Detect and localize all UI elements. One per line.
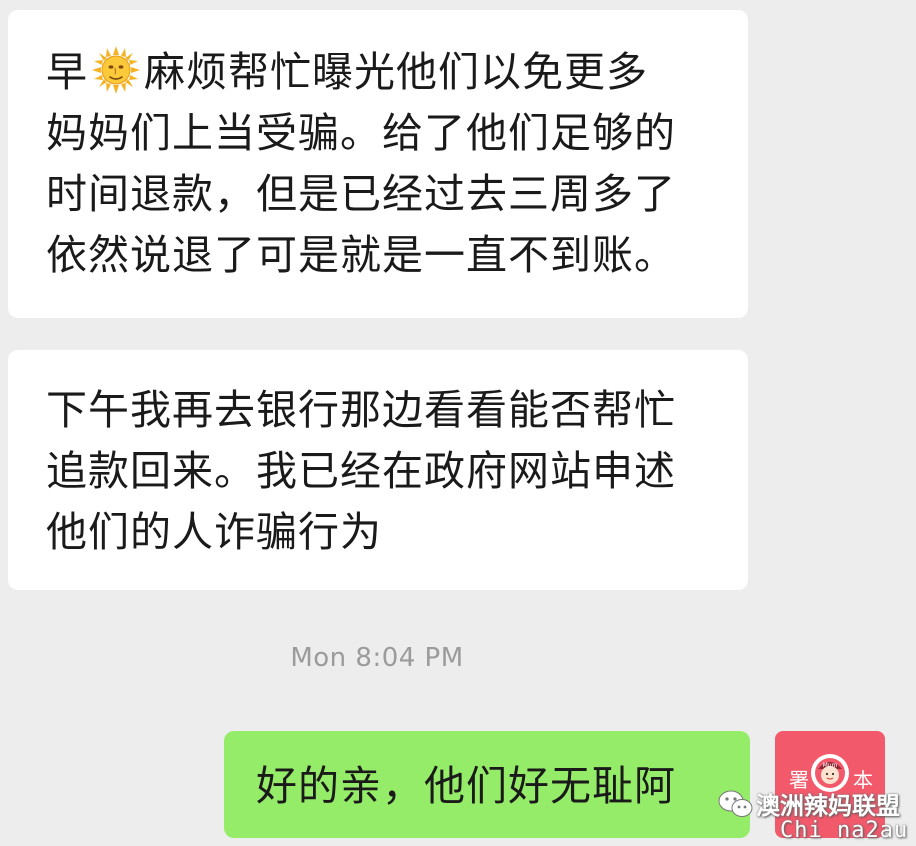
watermark: 澳洲辣妈联盟 Chi na2au xyxy=(718,786,913,844)
message-line: 他们的人诈骗行为 xyxy=(46,508,382,556)
incoming-message-bubble[interactable]: 早 麻烦帮忙曝光他们以免更多 妈妈们上当受骗。给了他们足够的 时间退款，但是已经… xyxy=(8,10,748,318)
message-text: 早 xyxy=(46,48,88,96)
message-line: 下午我再去银行那边看看能否帮忙 xyxy=(46,386,676,434)
message-line: 时间退款，但是已经过去三周多了 xyxy=(46,170,676,218)
message-text: 麻烦帮忙曝光他们以免更多 xyxy=(144,48,648,96)
wechat-logo-icon xyxy=(718,790,753,817)
message-line: 追款回来。我已经在政府网站申述 xyxy=(46,447,676,495)
watermark-title: 澳洲辣妈联盟 xyxy=(756,792,900,820)
avatar-badge-text: Mum xyxy=(823,762,838,769)
incoming-message-bubble[interactable]: 下午我再去银行那边看看能否帮忙 追款回来。我已经在政府网站申述 他们的人诈骗行为 xyxy=(8,350,748,590)
watermark-subtitle: Chi na2au xyxy=(780,818,909,843)
sun-with-face-icon xyxy=(92,46,140,94)
outgoing-message-bubble[interactable]: 好的亲，他们好无耻阿 xyxy=(224,731,750,838)
message-line: 依然说退了可是就是一直不到账。 xyxy=(46,231,676,279)
message-line: 早 麻烦帮忙曝光他们以免更多 xyxy=(46,42,748,103)
message-timestamp: Mon 8:04 PM xyxy=(290,643,464,673)
message-line: 妈妈们上当受骗。给了他们足够的 xyxy=(46,109,676,157)
